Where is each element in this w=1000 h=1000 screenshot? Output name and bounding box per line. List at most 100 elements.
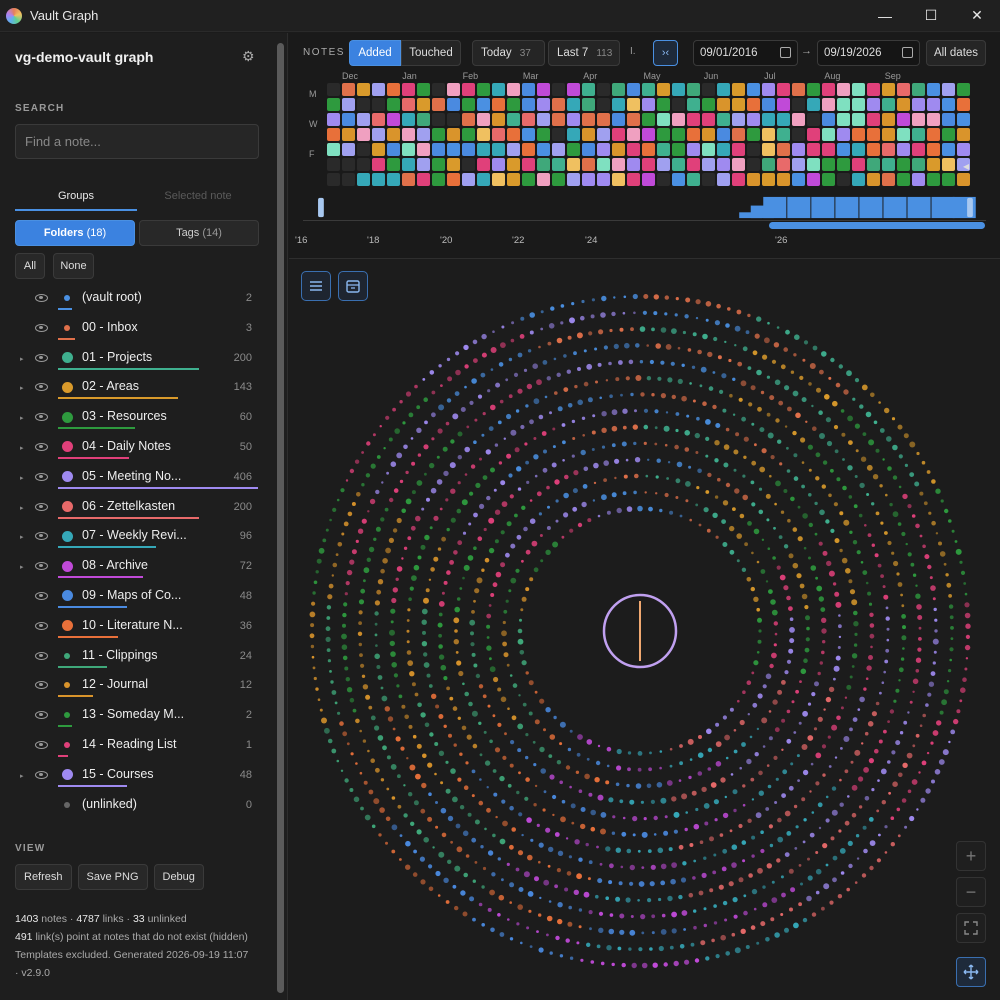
graph-node[interactable] [652, 962, 658, 968]
graph-node[interactable] [399, 479, 404, 484]
graph-node[interactable] [605, 379, 609, 382]
graph-node[interactable] [453, 550, 458, 555]
graph-node[interactable] [824, 394, 830, 400]
graph-node[interactable] [453, 743, 457, 747]
graph-node[interactable] [533, 437, 537, 440]
graph-node[interactable] [828, 493, 832, 498]
graph-node[interactable] [889, 709, 895, 714]
graph-node[interactable] [948, 740, 951, 744]
tab-selected-note[interactable]: Selected note [137, 185, 259, 211]
graph-node[interactable] [869, 612, 874, 617]
graph-node[interactable] [884, 659, 889, 664]
heatmap-cell[interactable] [792, 173, 805, 186]
graph-node[interactable] [349, 468, 355, 474]
graph-node[interactable] [483, 730, 487, 734]
heatmap-cell[interactable] [567, 128, 580, 141]
graph-node[interactable] [540, 310, 544, 314]
graph-node[interactable] [337, 711, 341, 715]
heatmap-cell[interactable] [747, 173, 760, 186]
heatmap-cell[interactable] [597, 128, 610, 141]
graph-node[interactable] [879, 691, 882, 695]
graph-node[interactable] [501, 878, 504, 882]
graph-node[interactable] [497, 420, 502, 425]
graph-node[interactable] [964, 644, 971, 651]
graph-node[interactable] [450, 488, 456, 494]
graph-node[interactable] [461, 499, 468, 506]
heatmap-cell[interactable] [777, 128, 790, 141]
graph-node[interactable] [377, 675, 383, 680]
graph-node[interactable] [520, 316, 525, 321]
graph-node[interactable] [695, 451, 699, 454]
graph-node[interactable] [792, 527, 798, 532]
graph-node[interactable] [354, 459, 360, 464]
graph-node[interactable] [368, 705, 373, 710]
graph-node[interactable] [640, 914, 646, 920]
graph-node[interactable] [572, 488, 578, 494]
graph-node[interactable] [408, 792, 413, 797]
pan-move-icon[interactable] [956, 957, 986, 987]
graph-node[interactable] [756, 607, 760, 612]
graph-node[interactable] [440, 384, 443, 387]
graph-node[interactable] [949, 647, 954, 652]
graph-node[interactable] [687, 348, 692, 352]
graph-node[interactable] [421, 782, 427, 789]
heatmap-cell[interactable] [417, 158, 430, 171]
graph-node[interactable] [360, 806, 364, 811]
graph-node[interactable] [480, 372, 486, 378]
heatmap-cell[interactable] [702, 173, 715, 186]
graph-node[interactable] [495, 815, 498, 819]
graph-node[interactable] [756, 941, 760, 945]
graph-node[interactable] [588, 860, 593, 865]
graph-node[interactable] [780, 875, 784, 879]
graph-node[interactable] [842, 485, 847, 491]
graph-node[interactable] [632, 816, 638, 822]
graph-node[interactable] [533, 803, 537, 807]
graph-node[interactable] [891, 417, 896, 421]
graph-node[interactable] [586, 363, 593, 370]
heatmap-cell[interactable] [927, 83, 940, 96]
graph-node[interactable] [524, 796, 529, 801]
graph-node[interactable] [669, 510, 674, 515]
graph-node[interactable] [534, 474, 538, 478]
graph-node[interactable] [790, 762, 794, 766]
graph-node[interactable] [932, 597, 936, 601]
graph-node[interactable] [683, 928, 686, 931]
graph-node[interactable] [939, 710, 944, 715]
graph-node[interactable] [596, 944, 601, 949]
graph-node[interactable] [753, 596, 759, 602]
graph-node[interactable] [829, 900, 834, 905]
graph-node[interactable] [786, 831, 792, 836]
graph-node[interactable] [804, 605, 809, 610]
heatmap-cell[interactable] [477, 113, 490, 126]
graph-node[interactable] [499, 932, 505, 937]
graph-node[interactable] [375, 644, 378, 647]
heatmap-cell[interactable] [747, 113, 760, 126]
graph-node[interactable] [784, 927, 789, 933]
graph-node[interactable] [765, 807, 770, 811]
graph-node[interactable] [897, 424, 903, 430]
heatmap-cell[interactable] [447, 83, 460, 96]
graph-node[interactable] [406, 629, 410, 633]
graph-node[interactable] [449, 462, 456, 469]
graph-node[interactable] [581, 299, 585, 304]
graph-node[interactable] [499, 399, 504, 404]
heatmap-cell[interactable] [492, 113, 505, 126]
heatmap-cell[interactable] [642, 173, 655, 186]
graph-node[interactable] [590, 809, 596, 816]
graph-node[interactable] [621, 831, 627, 837]
graph-node[interactable] [919, 534, 923, 538]
graph-node[interactable] [786, 446, 789, 450]
graph-node[interactable] [898, 772, 903, 778]
heatmap-cell[interactable] [717, 128, 730, 141]
heatmap-cell[interactable] [417, 143, 430, 156]
heatmap-cell[interactable] [357, 158, 370, 171]
graph-node[interactable] [481, 568, 485, 572]
graph-node[interactable] [666, 477, 669, 480]
graph-node[interactable] [329, 518, 332, 522]
graph-node[interactable] [872, 474, 879, 480]
graph-node[interactable] [931, 479, 936, 484]
heatmap-cell[interactable] [627, 173, 640, 186]
folder-row[interactable]: ▸ 02 - Areas 143 [0, 376, 276, 406]
graph-node[interactable] [809, 790, 812, 793]
folder-row[interactable]: (vault root) 2 [0, 287, 276, 317]
